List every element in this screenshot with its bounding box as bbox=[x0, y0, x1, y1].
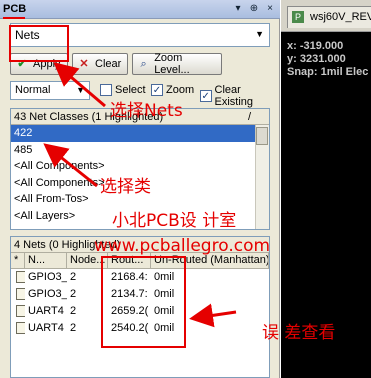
panel-title: PCB bbox=[3, 3, 27, 15]
net-name-cell: UART4 bbox=[28, 322, 64, 334]
net-color-swatch[interactable] bbox=[11, 303, 25, 319]
panel-pin-icon[interactable]: ⊕ bbox=[248, 2, 260, 15]
annotation-box-title bbox=[3, 15, 25, 19]
zoom-checkbox[interactable]: ✓ Zoom bbox=[151, 84, 194, 96]
clear-existing-checkbox-label: Clear Existing bbox=[214, 84, 254, 108]
net-color-swatch[interactable] bbox=[11, 320, 25, 336]
coordinate-readout: x: -319.000 y: 3231.000 Snap: 1mil Elec bbox=[287, 40, 368, 79]
column-header-name[interactable]: N... bbox=[25, 253, 67, 268]
magnifier-icon: ⌕ bbox=[140, 58, 147, 70]
coord-x: x: -319.000 bbox=[287, 40, 344, 52]
annotation-studio: 小北PCB设 计室 bbox=[112, 211, 237, 231]
select-checkbox-box[interactable] bbox=[100, 84, 112, 96]
panel-titlebar: PCB ▾ ⊕ × bbox=[0, 0, 280, 19]
zoom-checkbox-box[interactable]: ✓ bbox=[151, 84, 163, 96]
zoom-checkbox-label: Zoom bbox=[166, 84, 195, 96]
coord-y: y: 3231.000 bbox=[287, 53, 346, 65]
list-item[interactable]: 485 bbox=[11, 142, 269, 159]
net-name-cell: GPIO3_ bbox=[28, 288, 67, 300]
panel-menu-icon[interactable]: ▾ bbox=[232, 2, 244, 15]
snap-info: Snap: 1mil Elec bbox=[287, 66, 369, 78]
document-tab[interactable]: P wsj60V_REV bbox=[287, 6, 371, 28]
annotation-check-error: 误 差查看 bbox=[262, 323, 336, 343]
zoom-level-button[interactable]: ⌕ Zoom Level... bbox=[132, 52, 222, 76]
mask-mode-select[interactable]: Normal ▼ bbox=[10, 81, 90, 100]
clear-label: Clear bbox=[95, 58, 122, 70]
select-checkbox-label: Select bbox=[115, 84, 146, 96]
net-name-cell: UART4 bbox=[28, 305, 64, 317]
zoom-level-label: Zoom Level... bbox=[154, 52, 190, 76]
clear-existing-checkbox[interactable]: ✓ Clear Existing bbox=[200, 84, 279, 108]
document-tab-label: wsj60V_REV bbox=[310, 11, 371, 23]
annotation-box-nets bbox=[9, 25, 69, 62]
pcb-document-icon: P bbox=[292, 11, 304, 23]
panel-title-buttons: ▾ ⊕ × bbox=[232, 2, 276, 15]
select-checkbox[interactable]: Select bbox=[100, 84, 146, 96]
mask-mode-value: Normal bbox=[15, 84, 51, 96]
vertical-scrollbar[interactable] bbox=[255, 125, 269, 229]
clear-button[interactable]: ✕ Clear bbox=[72, 53, 128, 75]
clear-x-icon: ✕ bbox=[79, 58, 89, 70]
column-header-color[interactable]: * bbox=[11, 253, 25, 268]
sort-icon[interactable]: / bbox=[248, 111, 251, 123]
chevron-down-icon[interactable]: ▼ bbox=[76, 85, 85, 95]
document-tabbar: P wsj60V_REV bbox=[281, 0, 371, 32]
annotation-website: www.pcballegro.com bbox=[94, 236, 271, 256]
annotation-select-nets: 选择Nets bbox=[110, 101, 183, 121]
net-name-cell: GPIO3_ bbox=[28, 271, 67, 283]
panel-close-icon[interactable]: × bbox=[264, 2, 276, 15]
net-color-swatch[interactable] bbox=[11, 269, 25, 285]
annotation-select-class: 选择类 bbox=[100, 177, 151, 197]
list-item[interactable]: 422 bbox=[11, 125, 269, 142]
net-color-swatch[interactable] bbox=[11, 286, 25, 302]
chevron-down-icon[interactable]: ▼ bbox=[255, 29, 264, 39]
annotation-box-routed bbox=[101, 256, 186, 348]
scrollbar-thumb[interactable] bbox=[256, 127, 268, 145]
clear-existing-checkbox-box[interactable]: ✓ bbox=[200, 90, 212, 102]
